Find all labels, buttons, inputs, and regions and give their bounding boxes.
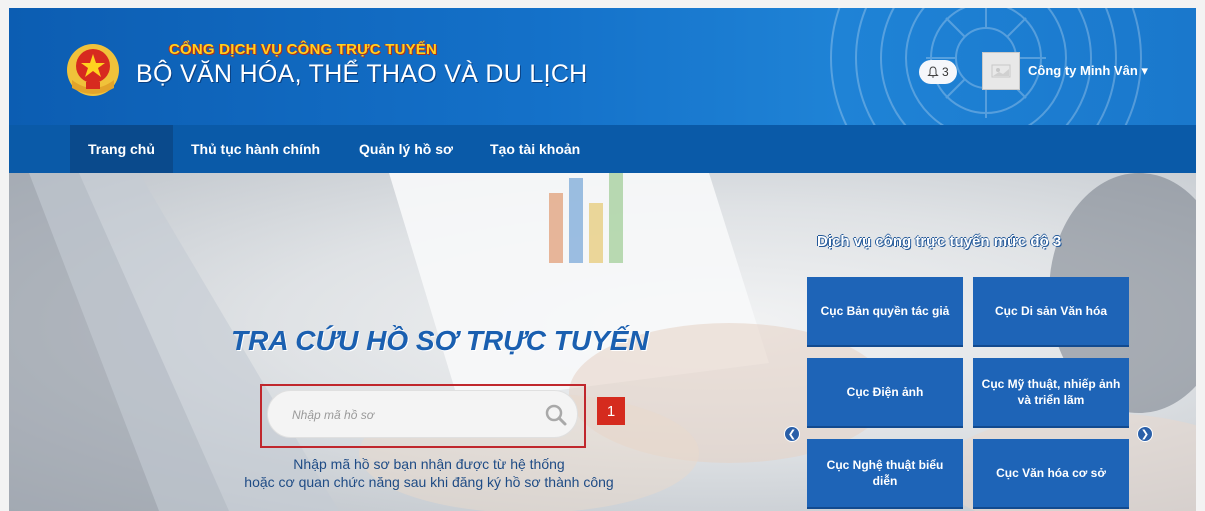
search-hint-line-2: hoặc cơ quan chức năng sau khi đăng ký h… (244, 474, 614, 490)
service-tile-cinema[interactable]: Cục Điện ảnh (807, 358, 963, 428)
carousel-next-button[interactable]: ❯ (1137, 426, 1153, 442)
nav-item-home[interactable]: Trang chủ (70, 125, 173, 173)
bell-icon (927, 66, 939, 78)
service-tile-grassroots-culture[interactable]: Cục Văn hóa cơ sở (973, 439, 1129, 509)
search-hint-line-1: Nhập mã hồ sơ bạn nhận được từ hệ thống (293, 456, 565, 472)
service-tile-copyright[interactable]: Cục Bản quyền tác giả (807, 277, 963, 347)
dossier-search-box (267, 390, 578, 438)
avatar[interactable] (982, 52, 1020, 90)
hero-title: TRA CỨU HỒ SƠ TRỰC TUYẾN (231, 325, 649, 356)
hero-banner: TRA CỨU HỒ SƠ TRỰC TUYẾN 1 Nhập mã hồ sơ… (9, 173, 1196, 511)
search-hint: Nhập mã hồ sơ bạn nhận được từ hệ thống … (189, 455, 669, 491)
callout-badge: 1 (597, 397, 625, 425)
dossier-search-input[interactable] (292, 403, 522, 427)
carousel-prev-button[interactable]: ❮ (784, 426, 800, 442)
service-tile-cultural-heritage[interactable]: Cục Di sản Văn hóa (973, 277, 1129, 347)
nav-item-create-account[interactable]: Tạo tài khoản (490, 125, 580, 173)
site-header: CỔNG DỊCH VỤ CÔNG TRỰC TUYẾN BỘ VĂN HÓA,… (9, 8, 1196, 125)
chevron-left-icon: ❮ (787, 428, 797, 440)
nav-item-dossier-management[interactable]: Quản lý hồ sơ (359, 125, 453, 173)
avatar-placeholder-icon (991, 64, 1011, 78)
service-tile-fine-arts[interactable]: Cục Mỹ thuật, nhiếp ảnh và triển lãm (973, 358, 1129, 428)
main-nav: Trang chủ Thủ tục hành chính Quản lý hồ … (9, 125, 1196, 173)
page-frame: CỔNG DỊCH VỤ CÔNG TRỰC TUYẾN BỘ VĂN HÓA,… (9, 8, 1196, 511)
ministry-title: BỘ VĂN HÓA, THỂ THAO VÀ DU LỊCH (136, 60, 588, 88)
service-tile-performing-arts[interactable]: Cục Nghệ thuật biểu diễn (807, 439, 963, 509)
agency-line: CỔNG DỊCH VỤ CÔNG TRỰC TUYẾN (169, 41, 438, 58)
services-title: Dịch vụ công trực tuyến mức độ 3 (817, 233, 1062, 250)
chevron-right-icon: ❯ (1140, 428, 1150, 440)
notification-button[interactable]: 3 (919, 60, 957, 84)
search-icon[interactable] (544, 403, 568, 427)
notification-count: 3 (942, 65, 949, 79)
national-emblem-icon[interactable] (64, 42, 122, 98)
nav-item-procedures[interactable]: Thủ tục hành chính (191, 125, 320, 173)
user-menu[interactable]: Công ty Minh Vân ▾ (1028, 63, 1148, 79)
chevron-down-icon: ▾ (1141, 63, 1148, 78)
user-name: Công ty Minh Vân (1028, 63, 1138, 78)
